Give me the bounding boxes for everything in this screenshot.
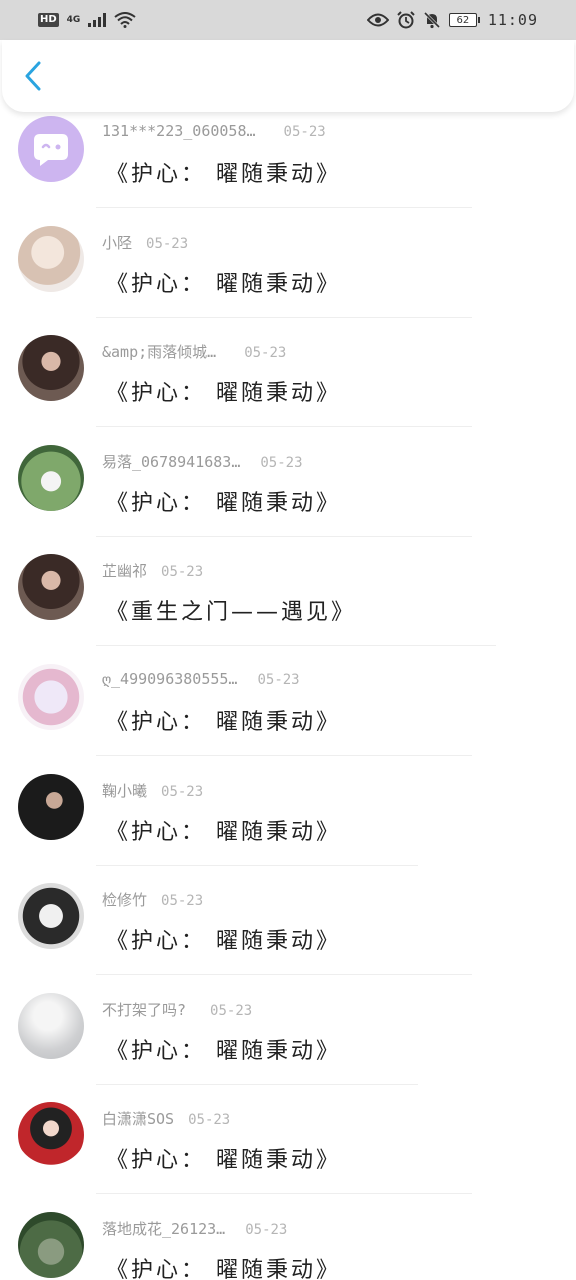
user-name: 小陉 [102,234,133,252]
avatar[interactable] [18,1212,84,1278]
book-title[interactable]: 《护心： 曜随秉动》 [106,1033,341,1065]
item-meta: 鞠小曦 05-23 [102,780,203,801]
item-meta: 131***223_060058… 05-23 [102,122,326,140]
book-title[interactable]: 《护心： 曜随秉动》 [106,923,341,955]
item-meta: 易落_0678941683… 05-23 [102,451,303,472]
item-meta: 检修竹 05-23 [102,889,203,910]
avatar[interactable] [18,445,84,511]
item-date: 05-23 [188,1112,231,1128]
avatar[interactable] [18,1102,84,1168]
list-item[interactable]: 落地成花_26123… 05-23 《护心： 曜随秉动》 [0,1212,576,1280]
list-item[interactable]: 不打架了吗? 05-23 《护心： 曜随秉动》 [0,993,576,1103]
alarm-icon [397,11,415,29]
item-date: 05-23 [283,124,326,140]
wifi-icon [114,12,136,28]
item-date: 05-23 [210,1003,253,1019]
divider [96,207,472,208]
list-item[interactable]: 白潇潇SOS 05-23 《护心： 曜随秉动》 [0,1102,576,1212]
status-bar: HD 4G 62 11:09 [0,0,576,40]
item-meta: 落地成花_26123… 05-23 [102,1218,287,1239]
list-item[interactable]: 鞠小曦 05-23 《护心： 曜随秉动》 [0,774,576,884]
book-title[interactable]: 《护心： 曜随秉动》 [106,1142,341,1174]
item-meta: &amp;雨落倾城… 05-23 [102,341,286,362]
book-title[interactable]: 《护心： 曜随秉动》 [106,375,341,407]
item-meta: 芷幽祁 05-23 [102,560,203,581]
item-date: 05-23 [161,893,204,909]
battery-level: 62 [456,14,470,26]
divider [96,755,472,756]
eye-icon [366,13,389,27]
avatar[interactable] [18,993,84,1059]
item-date: 05-23 [257,672,300,688]
divider [96,1193,472,1194]
item-date: 05-23 [244,345,287,361]
list-item[interactable]: 芷幽祁 05-23 《重生之门——遇见》 [0,554,576,664]
divider [96,974,472,975]
user-name: 落地成花_26123… [102,1220,226,1238]
item-date: 05-23 [260,455,303,471]
chevron-left-icon [25,61,41,91]
divider [96,645,496,646]
signal-icon [88,13,107,27]
battery-icon: 62 [448,13,480,27]
divider [96,536,472,537]
avatar[interactable] [18,664,84,730]
avatar[interactable] [18,554,84,620]
user-name: ღ_499096380555… [102,670,238,688]
list-item[interactable]: 小陉 05-23 《护心： 曜随秉动》 [0,226,576,336]
list-item[interactable]: 检修竹 05-23 《护心： 曜随秉动》 [0,883,576,993]
user-name: 易落_0678941683… [102,453,241,471]
item-meta: 小陉 05-23 [102,232,188,253]
item-date: 05-23 [161,564,204,580]
top-bar [2,40,574,112]
book-title[interactable]: 《护心： 曜随秉动》 [106,266,341,298]
bell-muted-icon [423,11,440,29]
divider [96,426,472,427]
avatar[interactable] [18,335,84,401]
list-item[interactable]: ღ_499096380555… 05-23 《护心： 曜随秉动》 [0,664,576,774]
avatar[interactable] [18,116,84,182]
user-name: 白潇潇SOS [102,1110,175,1128]
user-name: 芷幽祁 [102,562,148,580]
user-name: &amp;雨落倾城… [102,343,217,361]
item-meta: 白潇潇SOS 05-23 [102,1108,230,1129]
avatar[interactable] [18,226,84,292]
back-button[interactable] [18,58,48,94]
list-item[interactable]: 易落_0678941683… 05-23 《护心： 曜随秉动》 [0,445,576,555]
item-date: 05-23 [161,784,204,800]
list-item[interactable]: &amp;雨落倾城… 05-23 《护心： 曜随秉动》 [0,335,576,445]
divider [96,865,418,866]
book-title[interactable]: 《护心： 曜随秉动》 [106,814,341,846]
book-title[interactable]: 《重生之门——遇见》 [106,594,356,626]
user-name: 检修竹 [102,891,148,909]
item-meta: ღ_499096380555… 05-23 [102,670,300,688]
list-item[interactable]: 131***223_060058… 05-23 《护心： 曜随秉动》 [0,116,576,226]
status-left: HD 4G [38,12,136,28]
avatar[interactable] [18,774,84,840]
user-name: 鞠小曦 [102,782,148,800]
user-name: 131***223_060058… [102,122,256,140]
book-title[interactable]: 《护心： 曜随秉动》 [106,156,341,188]
chat-bubble-icon [34,134,68,166]
user-name: 不打架了吗? [102,1001,187,1019]
network-type: 4G [66,14,81,25]
item-meta: 不打架了吗? 05-23 [102,999,252,1020]
divider [96,317,472,318]
item-date: 05-23 [245,1222,288,1238]
item-date: 05-23 [146,236,189,252]
divider [96,1084,418,1085]
status-right: 62 11:09 [366,11,538,29]
avatar[interactable] [18,883,84,949]
hd-badge: HD [38,13,59,27]
clock: 11:09 [487,11,538,29]
book-title[interactable]: 《护心： 曜随秉动》 [106,704,341,736]
history-list[interactable]: 131***223_060058… 05-23 《护心： 曜随秉动》 小陉 05-23 《… [0,112,576,1280]
book-title[interactable]: 《护心： 曜随秉动》 [106,1252,341,1280]
book-title[interactable]: 《护心： 曜随秉动》 [106,485,341,517]
